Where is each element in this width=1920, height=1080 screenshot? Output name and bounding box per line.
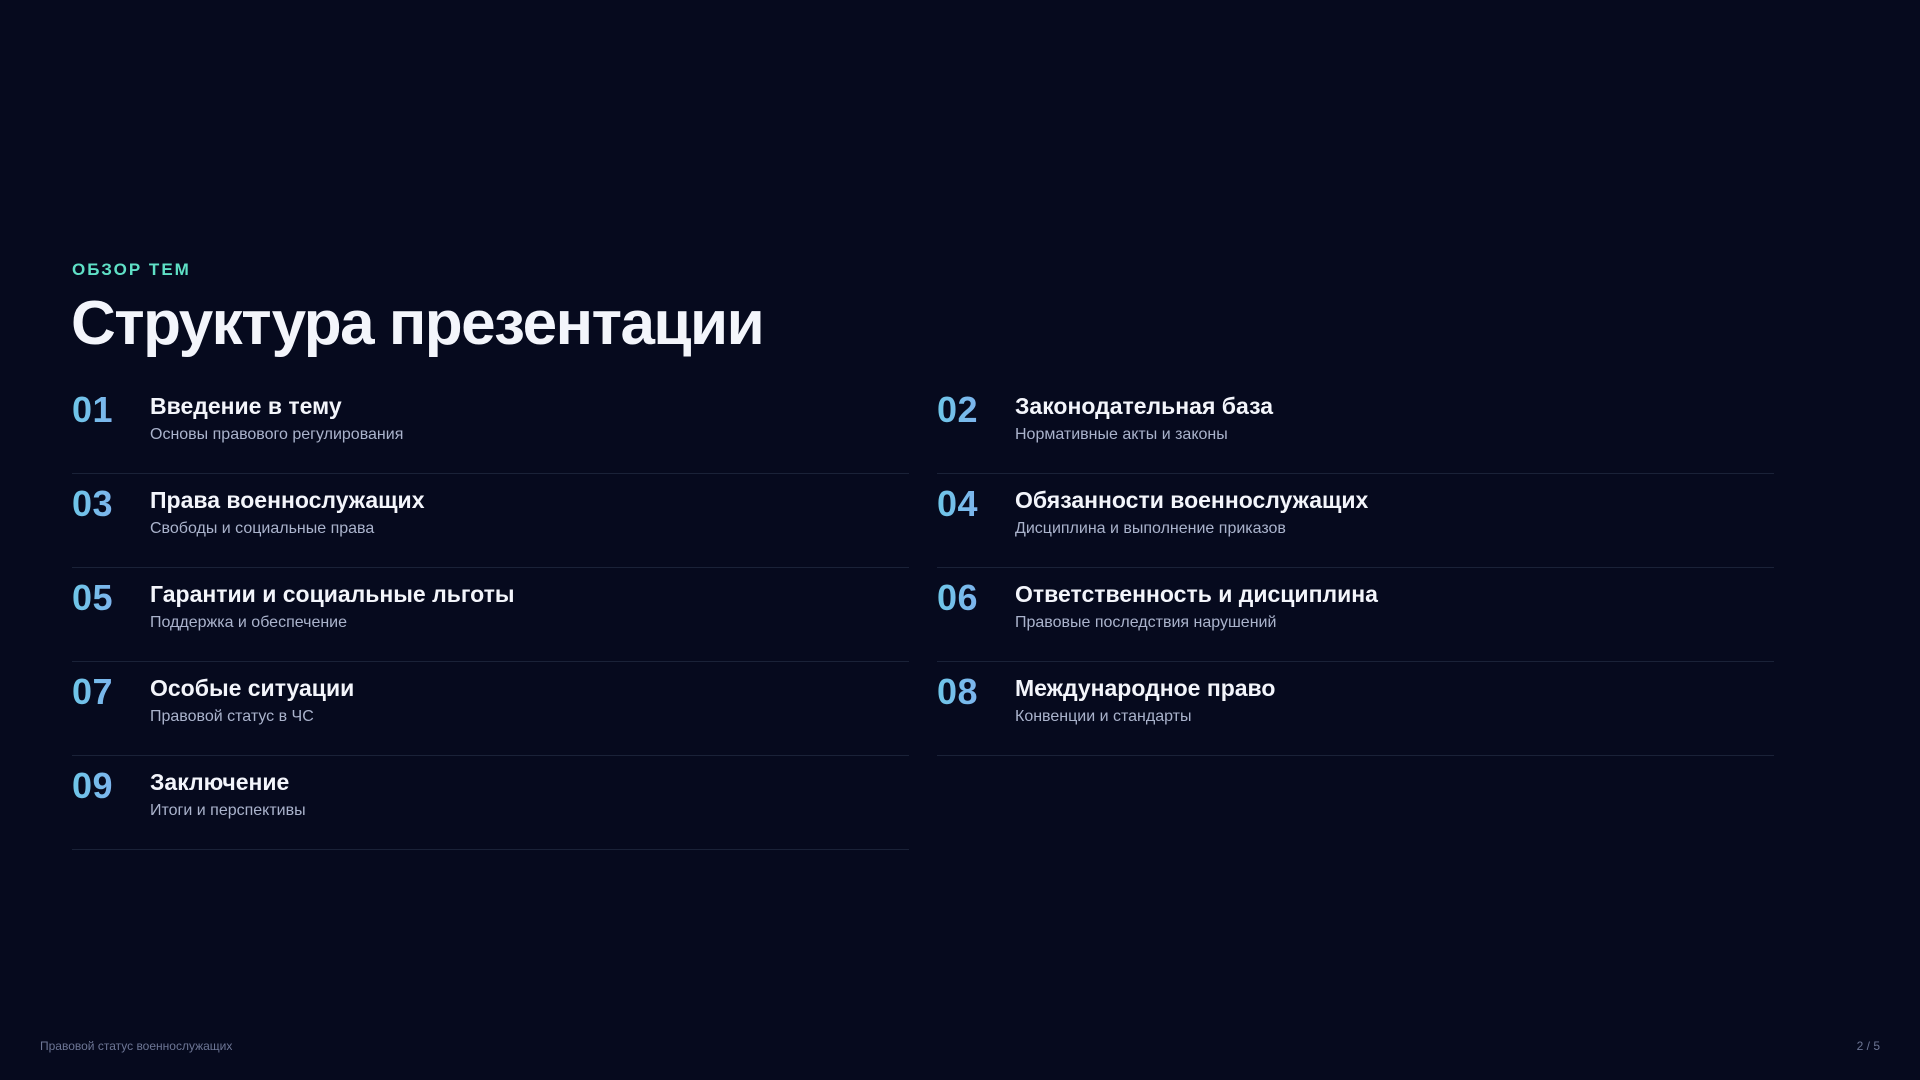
topic-number: 05 xyxy=(72,578,150,618)
topic-number: 03 xyxy=(72,484,150,524)
topic-title: Законодательная база xyxy=(1015,393,1273,419)
topic-title: Международное право xyxy=(1015,675,1276,701)
topic-item: 09 Заключение Итоги и перспективы xyxy=(72,756,909,850)
topic-text: Ответственность и дисциплина Правовые по… xyxy=(1015,580,1378,634)
topic-subtitle: Итоги и перспективы xyxy=(150,802,306,819)
topic-item: 08 Международное право Конвенции и станд… xyxy=(937,662,1774,756)
topic-subtitle: Правовые последствия нарушений xyxy=(1015,614,1277,631)
topic-title: Введение в тему xyxy=(150,393,342,419)
topic-item: 01 Введение в тему Основы правового регу… xyxy=(72,380,909,474)
topic-number: 04 xyxy=(937,484,1015,524)
topic-text: Гарантии и социальные льготы Поддержка и… xyxy=(150,580,515,634)
topic-number: 06 xyxy=(937,578,1015,618)
topic-title: Гарантии и социальные льготы xyxy=(150,581,515,607)
topic-number: 02 xyxy=(937,390,1015,430)
topic-text: Особые ситуации Правовой статус в ЧС xyxy=(150,674,354,728)
topic-subtitle: Поддержка и обеспечение xyxy=(150,614,348,631)
topic-title: Заключение xyxy=(150,769,290,795)
topic-text: Заключение Итоги и перспективы xyxy=(150,768,306,822)
topic-number: 01 xyxy=(72,390,150,430)
topic-subtitle: Конвенции и стандарты xyxy=(1015,708,1192,725)
topic-text: Международное право Конвенции и стандарт… xyxy=(1015,674,1275,728)
topic-item: 06 Ответственность и дисциплина Правовые… xyxy=(937,568,1774,662)
topic-item: 02 Законодательная база Нормативные акты… xyxy=(937,380,1774,474)
topics-list: 01 Введение в тему Основы правового регу… xyxy=(72,380,1774,850)
topic-subtitle: Основы правового регулирования xyxy=(150,426,404,443)
topic-number: 07 xyxy=(72,672,150,712)
topic-title: Ответственность и дисциплина xyxy=(1015,581,1378,607)
topic-subtitle: Дисциплина и выполнение приказов xyxy=(1015,520,1286,537)
page-title: Структура презентации xyxy=(71,289,765,358)
topic-item: 04 Обязанности военнослужащих Дисциплина… xyxy=(937,474,1774,568)
footer-presentation-title: Правовой статус военнослужащих xyxy=(40,1039,233,1053)
topic-title: Обязанности военнослужащих xyxy=(1015,487,1369,513)
topic-text: Обязанности военнослужащих Дисциплина и … xyxy=(1015,486,1368,540)
topic-text: Законодательная база Нормативные акты и … xyxy=(1015,392,1273,446)
topic-text: Введение в тему Основы правового регулир… xyxy=(150,392,403,446)
topic-item: 03 Права военнослужащих Свободы и социал… xyxy=(72,474,909,568)
section-eyebrow: ОБЗОР ТЕМ xyxy=(72,260,191,279)
topic-text: Права военнослужащих Свободы и социальны… xyxy=(150,486,424,540)
topic-item: 05 Гарантии и социальные льготы Поддержк… xyxy=(72,568,909,662)
topic-number: 09 xyxy=(72,766,150,806)
slide: ОБЗОР ТЕМ Структура презентации 01 Введе… xyxy=(0,0,1920,1080)
topic-title: Права военнослужащих xyxy=(150,487,425,513)
topic-number: 08 xyxy=(937,672,1015,712)
topic-subtitle: Правовой статус в ЧС xyxy=(150,708,314,725)
page-counter: 2 / 5 xyxy=(1856,1039,1880,1053)
topic-item: 07 Особые ситуации Правовой статус в ЧС xyxy=(72,662,909,756)
topic-subtitle: Нормативные акты и законы xyxy=(1015,426,1228,443)
topic-subtitle: Свободы и социальные права xyxy=(150,520,375,537)
topic-title: Особые ситуации xyxy=(150,675,355,701)
